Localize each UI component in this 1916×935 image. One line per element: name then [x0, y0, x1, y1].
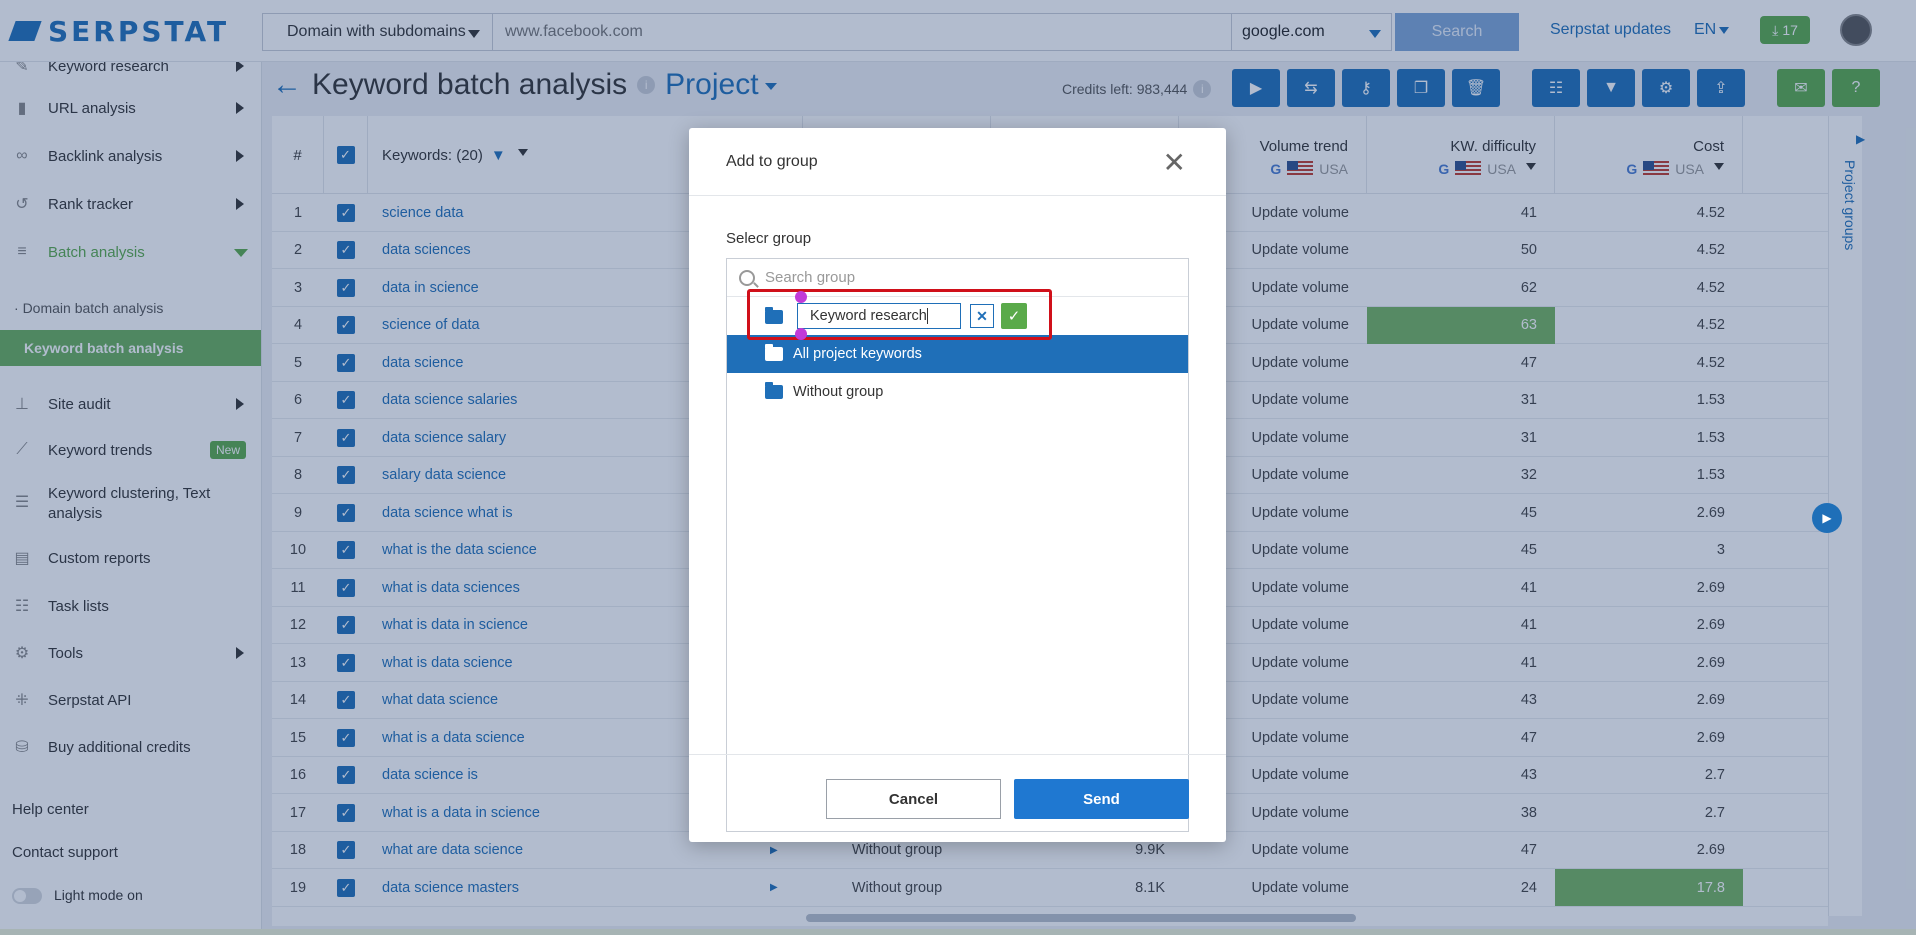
add-to-group-modal: Add to group ✕ Selecr group Search group…	[689, 128, 1226, 842]
drag-handle[interactable]	[795, 291, 807, 303]
highlight-annotation	[747, 289, 1052, 340]
cancel-button[interactable]: Cancel	[826, 779, 1001, 819]
modal-header: Add to group ✕	[689, 128, 1226, 196]
group-search-placeholder: Search group	[765, 269, 856, 286]
group-item-label: All project keywords	[793, 346, 922, 362]
expand-panel-button[interactable]: ▶	[1812, 503, 1842, 533]
chevron-right-icon: ▶	[1822, 511, 1832, 525]
close-icon[interactable]: ✕	[1163, 146, 1186, 179]
select-group-label: Selecr group	[726, 230, 812, 247]
group-list: Search group Keyword research ✕ ✓ All pr…	[726, 258, 1189, 832]
group-item-without-group[interactable]: Without group	[727, 373, 1188, 411]
folder-icon	[765, 382, 783, 399]
modal-title: Add to group	[726, 152, 818, 170]
group-item-all-project-keywords[interactable]: All project keywords	[727, 335, 1188, 373]
modal-divider	[689, 754, 1226, 755]
group-item-label: Without group	[793, 384, 884, 400]
folder-icon	[765, 344, 783, 361]
drag-handle[interactable]	[795, 328, 807, 340]
send-button[interactable]: Send	[1014, 779, 1189, 819]
search-icon	[739, 269, 755, 286]
